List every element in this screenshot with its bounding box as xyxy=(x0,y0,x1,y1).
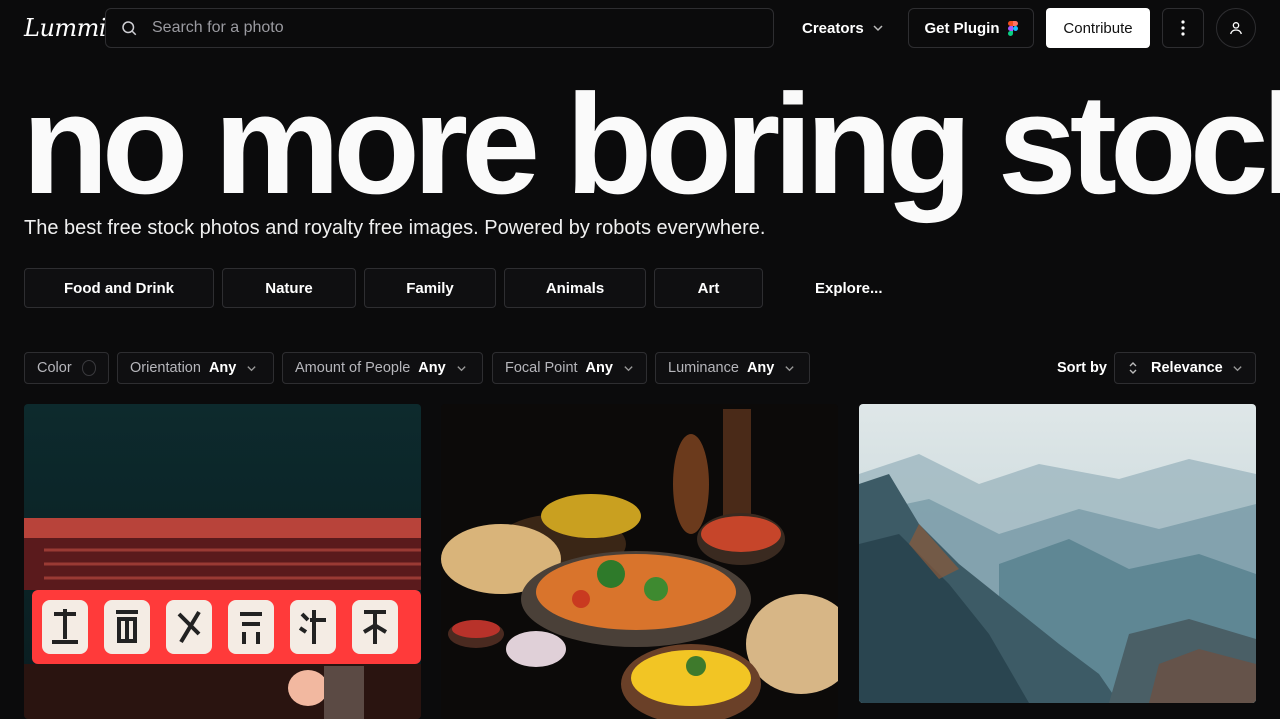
focal-point-filter[interactable]: Focal Point Any xyxy=(492,352,647,384)
chevron-down-icon xyxy=(247,365,256,371)
luminance-filter[interactable]: Luminance Any xyxy=(655,352,810,384)
more-vertical-icon xyxy=(1181,20,1185,36)
category-art[interactable]: Art xyxy=(654,268,763,308)
filter-value: Any xyxy=(746,360,775,376)
mountain-photo xyxy=(859,404,1256,703)
color-swatch-icon xyxy=(81,360,96,376)
sort-dropdown[interactable]: Relevance xyxy=(1114,352,1256,384)
filter-value: Any xyxy=(418,360,446,376)
photo-card-misty-mountains[interactable] xyxy=(859,404,1256,703)
color-filter[interactable]: Color xyxy=(24,352,109,384)
orientation-filter[interactable]: Orientation Any xyxy=(117,352,274,384)
category-family[interactable]: Family xyxy=(364,268,496,308)
category-food-and-drink[interactable]: Food and Drink xyxy=(24,268,214,308)
filter-label: Luminance xyxy=(668,360,739,376)
contribute-button[interactable]: Contribute xyxy=(1046,8,1150,48)
sort-value: Relevance xyxy=(1151,360,1223,376)
chevron-down-icon xyxy=(873,25,883,32)
logo-text: Lummi xyxy=(24,14,107,42)
category-label: Food and Drink xyxy=(64,279,174,297)
hero-subtitle: The best free stock photos and royalty f… xyxy=(24,217,766,239)
search-bar[interactable] xyxy=(105,8,774,48)
search-input[interactable] xyxy=(152,19,752,37)
explore-link[interactable]: Explore... xyxy=(786,268,912,308)
chevron-down-icon xyxy=(624,365,633,371)
creators-dropdown[interactable]: Creators xyxy=(790,8,896,48)
chevron-down-icon xyxy=(785,365,794,371)
filter-label: Orientation xyxy=(130,360,201,376)
creators-label: Creators xyxy=(802,19,864,37)
user-account-button[interactable] xyxy=(1216,8,1256,48)
filter-label: Focal Point xyxy=(505,360,578,376)
category-label: Animals xyxy=(545,279,605,297)
user-icon xyxy=(1230,22,1242,35)
filter-label: Color xyxy=(37,360,72,376)
category-label: Art xyxy=(697,279,720,297)
contribute-label: Contribute xyxy=(1063,19,1133,37)
chevron-down-icon xyxy=(457,365,466,371)
search-icon xyxy=(122,21,137,36)
more-menu-button[interactable] xyxy=(1162,8,1204,48)
category-label: Nature xyxy=(265,279,313,297)
sort-label: Sort by xyxy=(1057,360,1107,376)
category-animals[interactable]: Animals xyxy=(504,268,646,308)
plugin-label: Get Plugin xyxy=(924,19,1000,37)
hero-title: no more boring stock xyxy=(22,65,1280,224)
photo-card-neon-sign[interactable] xyxy=(24,404,421,719)
indian-food-photo xyxy=(441,404,838,719)
filter-value: Any xyxy=(585,360,613,376)
sort-updown-icon xyxy=(1129,362,1137,374)
category-nature[interactable]: Nature xyxy=(222,268,356,308)
category-label: Family xyxy=(406,279,454,297)
figma-icon xyxy=(1007,20,1018,36)
people-filter[interactable]: Amount of People Any xyxy=(282,352,483,384)
get-plugin-button[interactable]: Get Plugin xyxy=(908,8,1034,48)
chevron-down-icon xyxy=(1233,365,1242,371)
filter-label: Amount of People xyxy=(295,360,411,376)
neon-sign-photo xyxy=(24,404,421,719)
photo-card-indian-food[interactable] xyxy=(441,404,838,719)
lummi-logo[interactable]: Lummi xyxy=(24,10,107,46)
filter-value: Any xyxy=(208,360,237,376)
